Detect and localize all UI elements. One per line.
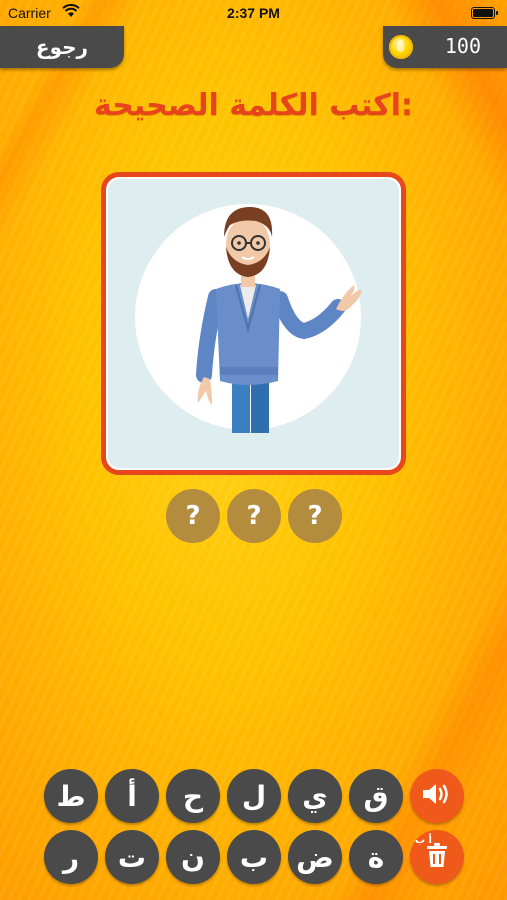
letter-key[interactable]: ط (44, 769, 98, 823)
status-bar: Carrier 2:37 PM (0, 0, 507, 28)
back-button[interactable]: رجوع (0, 26, 124, 68)
letter-key[interactable]: ح (166, 769, 220, 823)
delete-mini-label: أ ب (415, 835, 432, 846)
coin-count: 100 (444, 34, 481, 58)
battery-icon (471, 7, 498, 19)
letter-key[interactable]: ة (349, 830, 403, 884)
letter-key[interactable]: ي (288, 769, 342, 823)
answer-slot-2[interactable]: ? (227, 489, 281, 543)
letter-key[interactable]: ل (227, 769, 281, 823)
picture-area (108, 179, 399, 468)
delete-button[interactable]: أ ب (410, 830, 464, 884)
back-button-label: رجوع (35, 35, 89, 59)
picture-frame (101, 172, 406, 475)
coin-icon (389, 35, 413, 59)
letter-key[interactable]: ق (349, 769, 403, 823)
letter-key[interactable]: ن (166, 830, 220, 884)
clock: 2:37 PM (227, 5, 280, 21)
answer-slot-1[interactable]: ? (166, 489, 220, 543)
letter-key[interactable]: ب (227, 830, 281, 884)
letter-key[interactable]: ر (44, 830, 98, 884)
man-illustration (135, 204, 362, 433)
letter-key[interactable]: أ (105, 769, 159, 823)
letter-key[interactable]: ت (105, 830, 159, 884)
coins-panel: 100 (383, 26, 507, 68)
battery-level (473, 9, 493, 17)
sound-button[interactable] (410, 769, 464, 823)
answer-slot-3[interactable]: ? (288, 489, 342, 543)
letter-key[interactable]: ض (288, 830, 342, 884)
speaker-icon (421, 781, 453, 811)
page-title: اكتب الكلمة الصحيحة: (94, 88, 413, 123)
